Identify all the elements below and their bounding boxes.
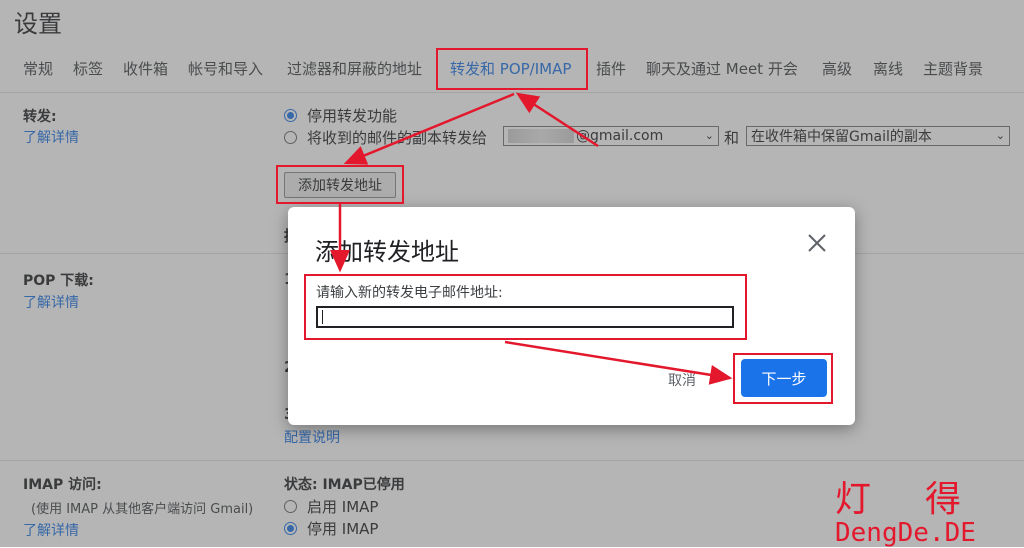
annotation-arrow (504, 340, 733, 385)
watermark-cn: 灯得 (835, 479, 1016, 520)
annotation-arrow (515, 92, 599, 148)
watermark-en: DengDe.DE (835, 518, 976, 548)
annotation-arrows (330, 92, 733, 385)
annotation-arrow (343, 92, 515, 165)
watermark: 灯得 DengDe.DE (835, 470, 1015, 548)
